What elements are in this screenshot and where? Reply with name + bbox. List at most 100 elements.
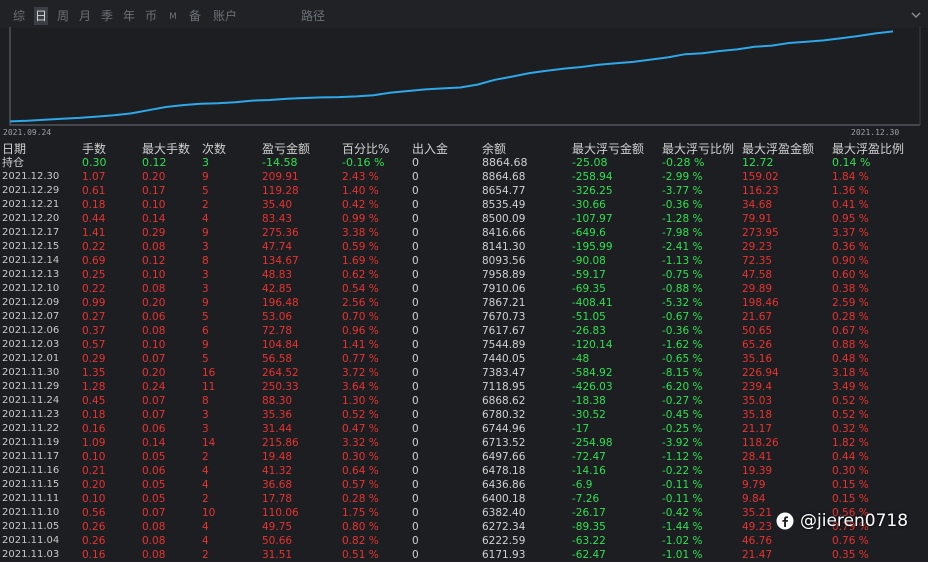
equity-curve-chart: 2021.09.24 2021.12.30 <box>0 27 928 137</box>
tab-currency[interactable]: 币 <box>144 7 158 25</box>
cell-max-lots: 0.06 <box>142 311 166 323</box>
cell-lots: 0.26 <box>82 535 106 547</box>
cell-profit: 50.66 <box>262 535 293 547</box>
cell-date: 2021.12.13 <box>2 269 60 280</box>
cell-lots: 手数 <box>82 142 107 156</box>
cell-profit: 42.85 <box>262 283 293 295</box>
cell-max-float-loss-pct: -0.11 % <box>662 479 703 491</box>
tab-m[interactable]: M <box>168 8 178 26</box>
cell-count: 3 <box>202 283 209 295</box>
cell-lots: 0.27 <box>82 311 106 323</box>
cell-max-float-profit: 35.03 <box>742 395 773 407</box>
cell-max-float-loss: -59.17 <box>572 269 606 281</box>
cell-max-float-loss: -48 <box>572 353 590 365</box>
cell-date: 2021.12.14 <box>2 255 60 266</box>
cell-percent: 0.28 % <box>342 493 379 505</box>
cell-deposit: 0 <box>412 339 419 351</box>
cell-max-float-profit-pct: 2.59 % <box>832 297 869 309</box>
cell-balance: 6436.86 <box>482 479 526 491</box>
cell-max-float-profit-pct: 0.15 % <box>832 493 869 505</box>
cell-balance: 7670.73 <box>482 311 526 323</box>
cell-lots: 0.22 <box>82 283 106 295</box>
cell-max-float-profit: 47.58 <box>742 269 773 281</box>
window-menu-icon[interactable] <box>910 6 922 18</box>
cell-max-lots: 0.10 <box>142 199 166 211</box>
cell-lots: 0.25 <box>82 269 106 281</box>
cell-deposit: 0 <box>412 255 419 267</box>
table-row: 2021.12.15 0.22 0.08 3 47.74 0.59 % 0 8141.30 -1… <box>0 240 928 254</box>
tab-year[interactable]: 年 <box>122 7 136 25</box>
cell-balance: 8864.68 <box>482 156 528 169</box>
tab-notes[interactable]: 备 <box>188 7 202 25</box>
table-row: 2021.12.17 1.41 0.29 9 275.36 3.38 % 0 8416.66 -… <box>0 226 928 240</box>
cell-max-float-profit-pct: 0.95 % <box>832 213 869 225</box>
cell-max-float-loss-pct: -0.88 % <box>662 283 703 295</box>
cell-max-lots: 0.24 <box>142 381 166 393</box>
cell-max-lots: 0.08 <box>142 549 166 561</box>
cell-count: 5 <box>202 185 209 197</box>
cell-profit: 53.06 <box>262 311 293 323</box>
cell-percent: 0.54 % <box>342 283 379 295</box>
cell-percent: 0.99 % <box>342 213 379 225</box>
tab-path[interactable]: 路径 <box>300 7 326 25</box>
tab-month[interactable]: 月 <box>78 7 92 25</box>
cell-percent: 0.47 % <box>342 423 379 435</box>
cell-max-float-loss: -90.08 <box>572 255 606 267</box>
daily-report-table: 日期 手数 最大手数 次数 盈亏金额 百分比% 出入金 余额 最大浮亏金额 最大浮亏比例 最大浮盈金… <box>0 142 928 562</box>
cell-max-lots: 0.29 <box>142 227 166 239</box>
cell-count: 11 <box>202 381 216 393</box>
cell-max-float-loss-pct: -1.12 % <box>662 451 703 463</box>
cell-max-float-profit-pct: 0.41 % <box>832 199 869 211</box>
cell-date: 持仓 <box>2 156 24 169</box>
cell-lots: 1.28 <box>82 381 106 393</box>
watermark: @jieren0718 <box>776 508 908 534</box>
cell-max-float-profit: 28.41 <box>742 451 773 463</box>
cell-profit: 119.28 <box>262 185 299 197</box>
cell-max-lots: 0.10 <box>142 339 166 351</box>
cell-balance: 7867.21 <box>482 297 526 309</box>
cell-max-float-loss-pct: -1.02 % <box>662 535 703 547</box>
cell-max-lots: 0.08 <box>142 325 166 337</box>
cell-balance: 8500.09 <box>482 213 526 225</box>
cell-profit: 264.52 <box>262 367 299 379</box>
cell-count: 4 <box>202 535 209 547</box>
tab-account[interactable]: 账户 <box>212 7 238 25</box>
cell-profit: 88.30 <box>262 395 293 407</box>
tab-summary[interactable]: 综 <box>12 7 26 25</box>
cell-max-lots: 0.05 <box>142 493 166 505</box>
cell-max-float-loss: -62.47 <box>572 549 606 561</box>
cell-max-lots: 0.14 <box>142 213 166 225</box>
cell-max-float-loss-pct: -3.77 % <box>662 185 703 197</box>
cell-deposit: 0 <box>412 437 419 449</box>
cell-balance: 7910.06 <box>482 283 526 295</box>
cell-percent: 0.64 % <box>342 465 379 477</box>
cell-lots: 0.45 <box>82 395 106 407</box>
cell-balance: 8141.30 <box>482 241 526 253</box>
cell-max-float-profit: 159.02 <box>742 171 779 183</box>
cell-count: 2 <box>202 199 209 211</box>
cell-date: 2021.11.23 <box>2 409 60 420</box>
cell-deposit: 0 <box>412 325 419 337</box>
cell-max-float-profit: 12.72 <box>742 156 774 169</box>
cell-max-float-loss: -72.47 <box>572 451 606 463</box>
cell-percent: 百分比% <box>342 142 390 156</box>
cell-max-float-profit: 72.35 <box>742 255 773 267</box>
cell-count: 9 <box>202 227 209 239</box>
cell-count: 9 <box>202 339 209 351</box>
tab-week[interactable]: 周 <box>56 7 70 25</box>
cell-count: 10 <box>202 507 216 519</box>
table-row: 2021.12.03 0.57 0.10 9 104.84 1.41 % 0 7544.89 -… <box>0 338 928 352</box>
tab-day[interactable]: 日 <box>34 7 48 25</box>
cell-max-float-loss: -258.94 <box>572 171 613 183</box>
cell-date: 2021.12.10 <box>2 283 60 294</box>
cell-lots: 0.20 <box>82 479 106 491</box>
cell-percent: 0.70 % <box>342 311 379 323</box>
cell-max-float-loss-pct: -8.15 % <box>662 367 703 379</box>
cell-percent: 0.52 % <box>342 409 379 421</box>
cell-max-float-profit: 35.16 <box>742 353 773 365</box>
cell-count: 14 <box>202 437 216 449</box>
cell-max-float-loss-pct: -2.99 % <box>662 171 703 183</box>
tab-quarter[interactable]: 季 <box>100 7 114 25</box>
cell-date: 2021.11.16 <box>2 465 60 476</box>
cell-max-float-profit: 79.91 <box>742 213 773 225</box>
